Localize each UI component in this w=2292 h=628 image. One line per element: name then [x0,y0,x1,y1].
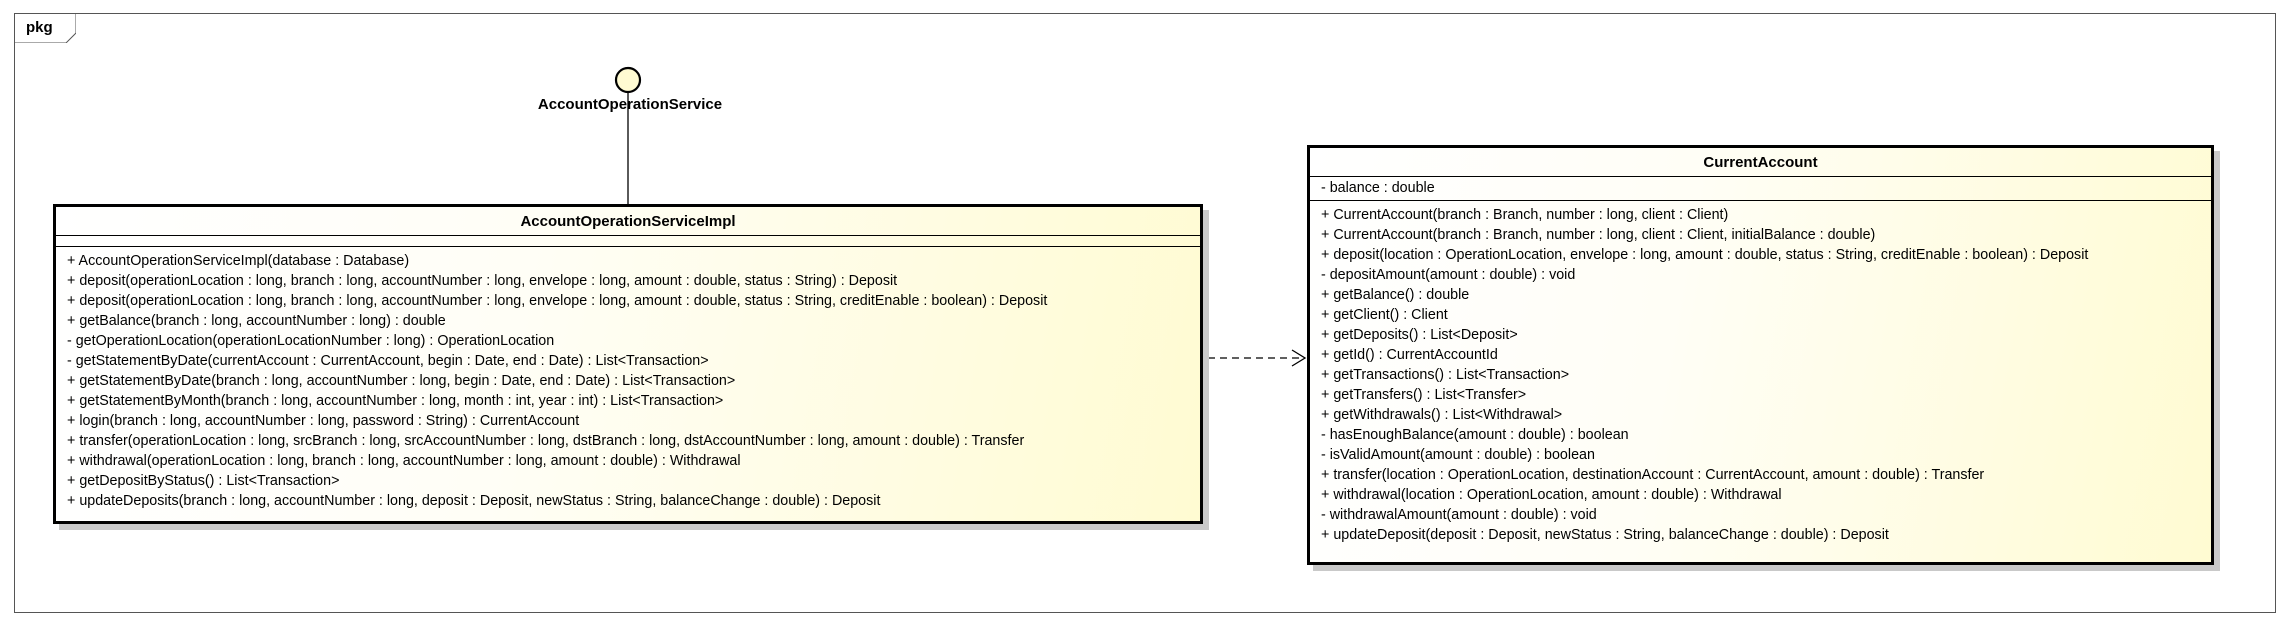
attributes-compartment [56,235,1200,246]
operation-item: + getId() : CurrentAccountId [1321,347,1498,363]
operation-item: + transfer(operationLocation : long, src… [67,433,1025,449]
operation-item: + deposit(operationLocation : long, bran… [67,273,898,289]
operation-item: + deposit(operationLocation : long, bran… [67,293,1048,309]
class-current-account[interactable]: CurrentAccount - balance : double + Curr… [1307,145,2214,565]
operation-item: + getDeposits() : List<Deposit> [1321,327,1518,343]
operation-item: + updateDeposits(branch : long, accountN… [67,493,881,509]
operation-item: - withdrawalAmount(amount : double) : vo… [1321,507,1597,523]
operation-item: - hasEnoughBalance(amount : double) : bo… [1321,427,1629,443]
operation-item: + AccountOperationServiceImpl(database :… [67,253,410,269]
operation-item: - isValidAmount(amount : double) : boole… [1321,447,1595,463]
interface-name: AccountOperationService [537,96,723,113]
operation-item: + getStatementByDate(branch : long, acco… [67,373,736,389]
operations-compartment: + AccountOperationServiceImpl(database :… [56,246,1200,511]
operation-item: + getWithdrawals() : List<Withdrawal> [1321,407,1563,423]
operation-item: + login(branch : long, accountNumber : l… [67,413,580,429]
attributes-compartment: - balance : double [1310,176,2211,200]
operation-item: + transfer(location : OperationLocation,… [1321,467,1985,483]
operation-item: + getBalance(branch : long, accountNumbe… [67,313,446,329]
operation-item: + updateDeposit(deposit : Deposit, newSt… [1321,527,1889,543]
operations-compartment: + CurrentAccount(branch : Branch, number… [1310,200,2211,545]
operation-item: + CurrentAccount(branch : Branch, number… [1321,207,1729,223]
operation-item: + getTransfers() : List<Transfer> [1321,387,1527,403]
attribute-item: - balance : double [1321,180,1435,196]
operation-item: + getBalance() : double [1321,287,1470,303]
class-name: CurrentAccount [1703,154,1818,171]
class-account-operation-service-impl[interactable]: AccountOperationServiceImpl + AccountOpe… [53,204,1203,524]
operation-item: + withdrawal(location : OperationLocatio… [1321,487,1782,503]
operation-item: + CurrentAccount(branch : Branch, number… [1321,227,1876,243]
operation-item: + getStatementByMonth(branch : long, acc… [67,393,724,409]
operation-item: + withdrawal(operationLocation : long, b… [67,453,741,469]
operation-item: - depositAmount(amount : double) : void [1321,267,1576,283]
operation-item: + getClient() : Client [1321,307,1448,323]
operation-item: + getTransactions() : List<Transaction> [1321,367,1570,383]
interface-lollipop-circle [614,66,642,94]
operation-item: + getDepositByStatus() : List<Transactio… [67,473,340,489]
operation-item: + deposit(location : OperationLocation, … [1321,247,2089,263]
operation-item: - getStatementByDate(currentAccount : Cu… [67,353,709,369]
class-name: AccountOperationServiceImpl [520,213,736,230]
operation-item: - getOperationLocation(operationLocation… [67,333,555,349]
